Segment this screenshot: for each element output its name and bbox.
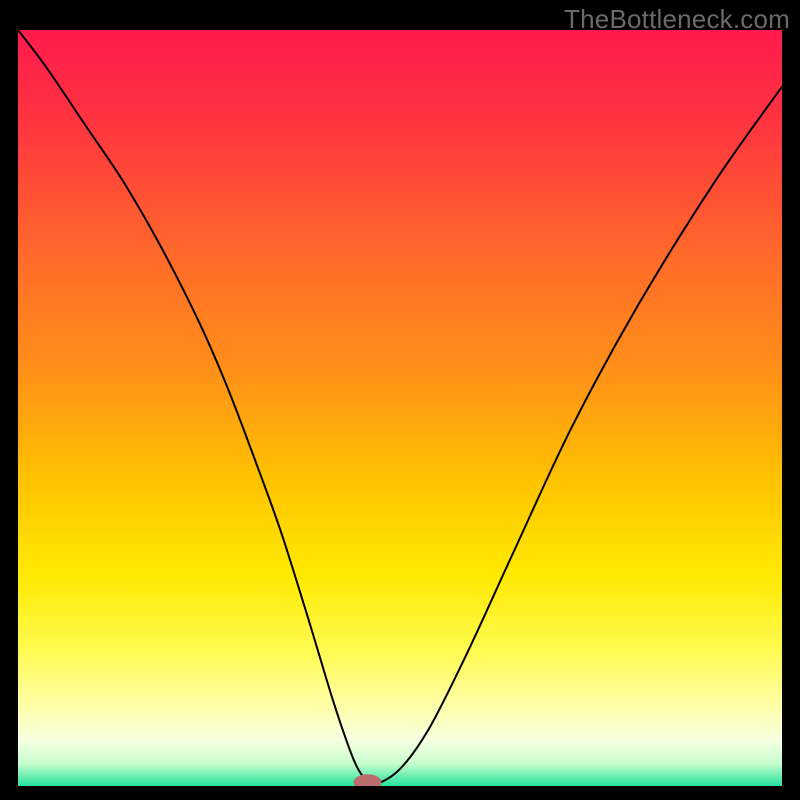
watermark-text: TheBottleneck.com (564, 4, 790, 35)
plot-area (18, 30, 782, 786)
chart-frame: TheBottleneck.com (0, 0, 800, 800)
gradient-background (18, 30, 782, 786)
chart-svg (18, 30, 782, 786)
